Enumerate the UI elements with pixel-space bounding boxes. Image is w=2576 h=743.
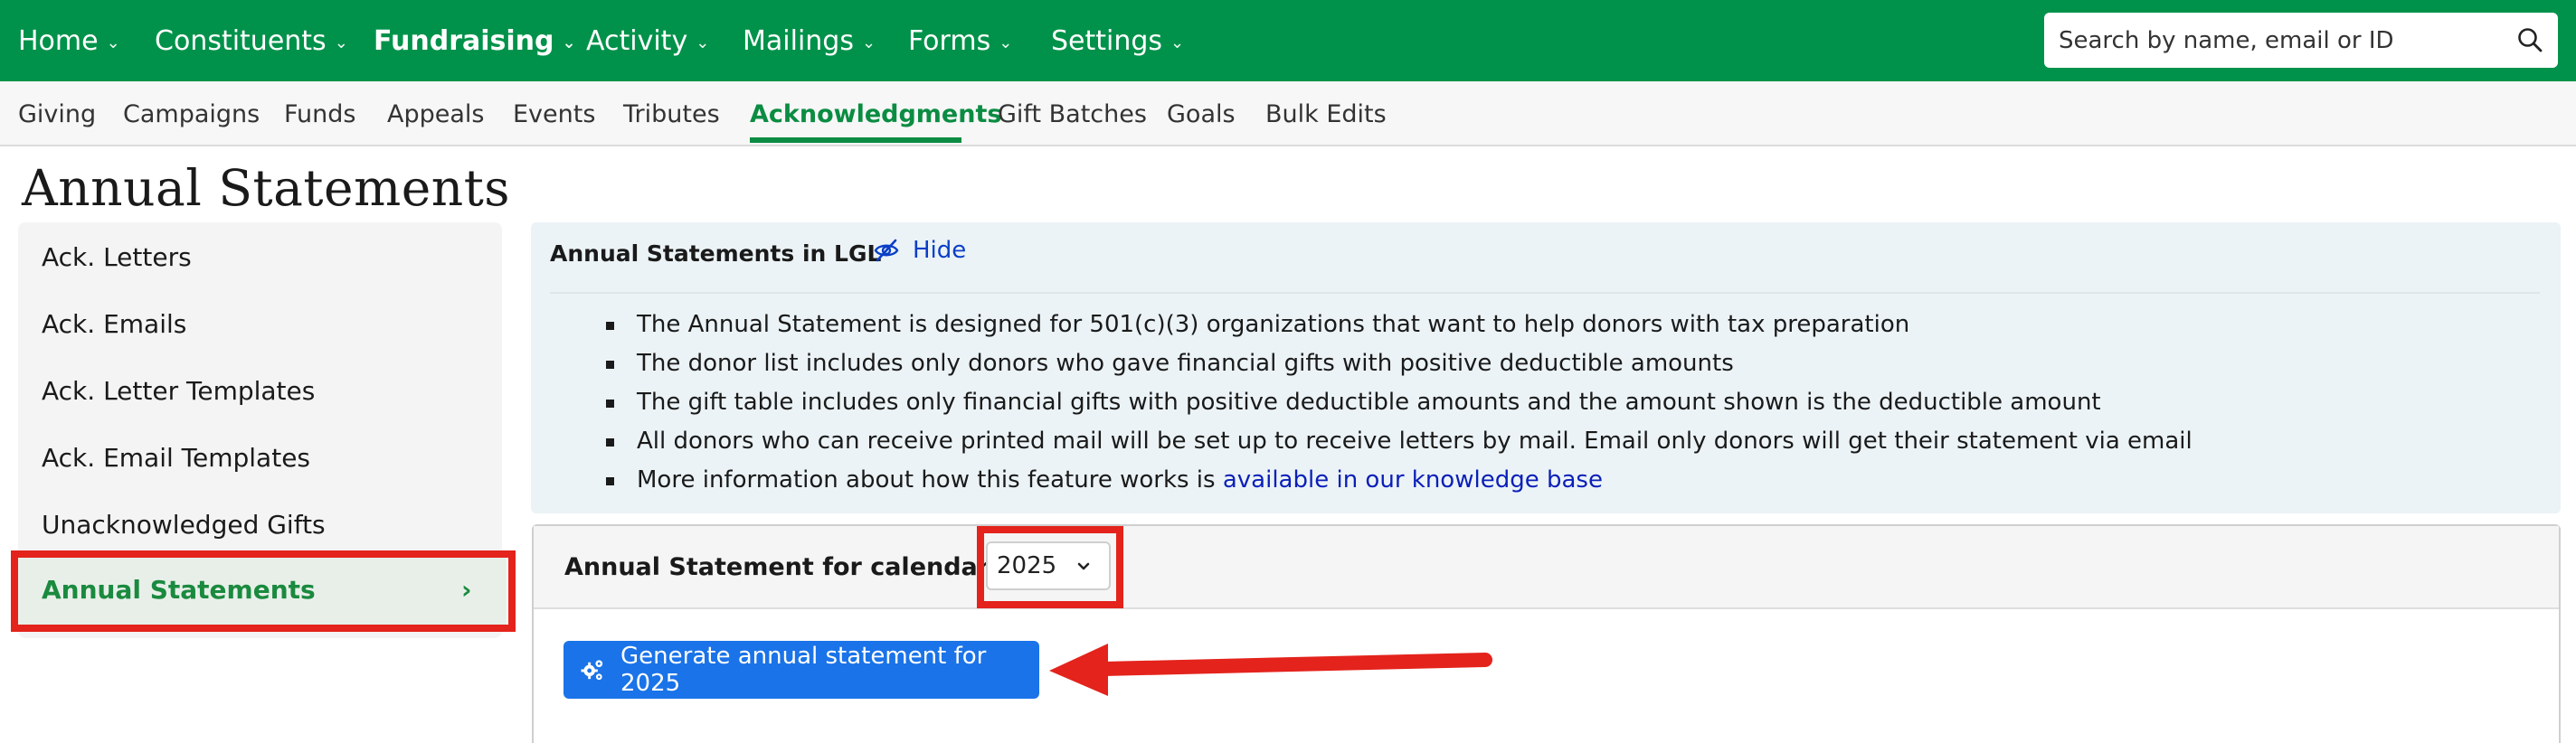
subnav-label: Appeals [387, 99, 485, 128]
info-bullet-list: The Annual Statement is designed for 501… [606, 306, 2192, 500]
chevron-down-icon: ⌄ [562, 33, 576, 52]
sub-nav-bar: Giving Campaigns Funds Appeals Events Tr… [0, 81, 2576, 146]
generate-button-label: Generate annual statement for 2025 [620, 643, 987, 697]
eye-slash-icon [874, 239, 899, 262]
list-item: The donor list includes only donors who … [606, 344, 2192, 383]
subnav-gift-batches[interactable]: Gift Batches [998, 81, 1147, 146]
sidebar-item-ack-letters[interactable]: Ack. Letters [42, 242, 192, 272]
subnav-campaigns[interactable]: Campaigns [123, 81, 260, 146]
annotation-highlight-box [11, 550, 516, 632]
chevron-down-icon: ⌄ [696, 33, 710, 52]
topnav-activity[interactable]: Activity ⌄ [586, 0, 709, 81]
active-tab-underline [750, 137, 961, 143]
search-icon[interactable] [2516, 26, 2543, 53]
topnav-label: Constituents [155, 24, 327, 57]
subnav-label: Goals [1167, 99, 1236, 128]
sidebar-item-ack-email-templates[interactable]: Ack. Email Templates [42, 443, 310, 473]
subnav-label: Bulk Edits [1265, 99, 1387, 128]
chevron-down-icon: ⌄ [999, 33, 1013, 52]
sidebar-item-ack-emails[interactable]: Ack. Emails [42, 309, 186, 339]
list-item-text: More information about how this feature … [637, 466, 1223, 494]
subnav-funds[interactable]: Funds [284, 81, 355, 146]
page-title: Annual Statements [22, 159, 511, 217]
subnav-giving[interactable]: Giving [18, 81, 96, 146]
subnav-bulk-edits[interactable]: Bulk Edits [1265, 81, 1387, 146]
topnav-constituents[interactable]: Constituents ⌄ [155, 0, 348, 81]
divider [550, 292, 2540, 294]
generate-statement-button[interactable]: Generate annual statement for 2025 [564, 641, 1039, 699]
list-item: The gift table includes only financial g… [606, 383, 2192, 422]
list-item: The Annual Statement is designed for 501… [606, 306, 2192, 344]
subnav-tributes[interactable]: Tributes [623, 81, 720, 146]
annotation-highlight-box [977, 526, 1123, 608]
top-nav-bar: Home ⌄ Constituents ⌄ Fundraising ⌄ Activit… [0, 0, 2576, 81]
topnav-settings[interactable]: Settings ⌄ [1051, 0, 1184, 81]
topnav-label: Activity [586, 24, 688, 57]
subnav-label: Events [513, 99, 596, 128]
sidebar-item-unacknowledged-gifts[interactable]: Unacknowledged Gifts [42, 510, 326, 540]
list-item: More information about how this feature … [606, 461, 2192, 500]
topnav-forms[interactable]: Forms ⌄ [908, 0, 1012, 81]
sidebar-item-ack-letter-templates[interactable]: Ack. Letter Templates [42, 376, 315, 406]
search-input[interactable]: Search by name, email or ID [2044, 13, 2558, 68]
topnav-label: Mailings [743, 24, 854, 57]
subnav-appeals[interactable]: Appeals [387, 81, 484, 146]
info-title: Annual Statements in LGL [550, 240, 882, 267]
knowledge-base-link[interactable]: available in our knowledge base [1223, 466, 1603, 494]
subnav-events[interactable]: Events [513, 81, 595, 146]
chevron-down-icon: ⌄ [106, 33, 120, 52]
hide-label: Hide [913, 237, 967, 264]
chevron-down-icon: ⌄ [861, 33, 876, 52]
subnav-label: Tributes [623, 99, 720, 128]
hide-button[interactable]: Hide [873, 237, 966, 264]
subnav-label: Campaigns [123, 99, 260, 128]
topnav-label: Home [18, 24, 99, 57]
chevron-down-icon: ⌄ [334, 33, 348, 52]
list-item: All donors who can receive printed mail … [606, 422, 2192, 461]
topnav-fundraising[interactable]: Fundraising ⌄ [374, 0, 576, 81]
subnav-goals[interactable]: Goals [1167, 81, 1236, 146]
chevron-down-icon: ⌄ [1170, 33, 1185, 52]
subnav-label: Giving [18, 99, 97, 128]
subnav-label: Funds [284, 99, 356, 128]
topnav-label: Forms [908, 24, 991, 57]
subnav-label: Gift Batches [998, 99, 1147, 128]
topnav-label: Settings [1051, 24, 1163, 57]
topnav-mailings[interactable]: Mailings ⌄ [743, 0, 876, 81]
topnav-label: Fundraising [374, 24, 554, 57]
subnav-label: Acknowledgments [750, 99, 1002, 128]
gears-icon [581, 660, 603, 681]
topnav-home[interactable]: Home ⌄ [18, 0, 120, 81]
search-placeholder: Search by name, email or ID [2059, 26, 2394, 54]
